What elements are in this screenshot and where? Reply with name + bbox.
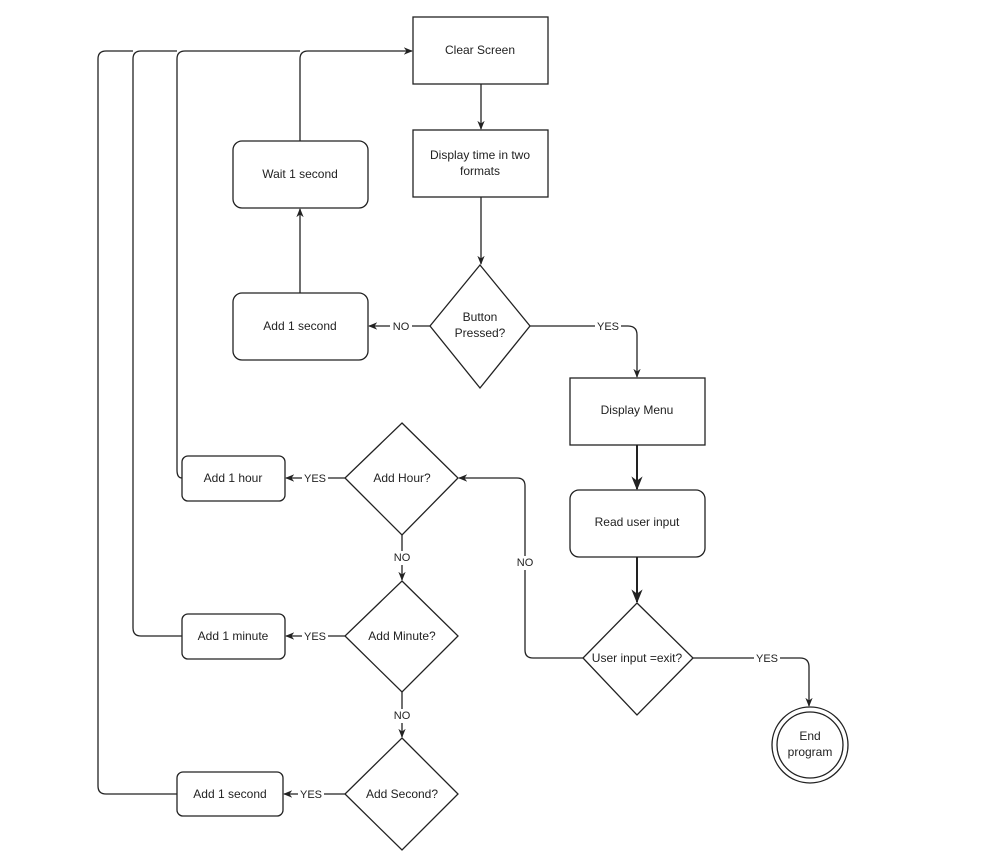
node-add-minute-text: Add Minute? xyxy=(368,629,436,643)
node-wait-1-second-text: Wait 1 second xyxy=(262,167,338,181)
label-minute-no: NO xyxy=(394,710,411,722)
node-clear-screen-text: Clear Screen xyxy=(445,43,515,57)
edge-labels: NO YES NO YES YES NO YES NO YES xyxy=(298,319,780,801)
node-user-input-exit-text: User input =exit? xyxy=(592,651,683,665)
node-end-program-line2: program xyxy=(788,745,833,759)
node-read-user-input: Read user input xyxy=(569,489,706,558)
edge-wait-to-clear xyxy=(299,47,413,141)
node-add-1-second-top-text: Add 1 second xyxy=(263,319,336,333)
label-minute-yes: YES xyxy=(304,631,326,643)
node-add-1-hour: Add 1 hour xyxy=(181,455,286,502)
label-exit-yes: YES xyxy=(756,653,778,665)
label-button-no: NO xyxy=(393,321,410,333)
edge-minute-loop xyxy=(132,50,182,637)
edge-hour-loop xyxy=(176,50,300,479)
node-display-time-line2: formats xyxy=(460,164,500,178)
node-add-minute: Add Minute? xyxy=(344,580,459,693)
node-add-1-hour-text: Add 1 hour xyxy=(204,471,263,485)
node-add-second-text: Add Second? xyxy=(366,787,438,801)
node-end-program: End program xyxy=(771,706,849,784)
node-button-pressed-line2: Pressed? xyxy=(455,326,506,340)
node-button-pressed: Button Pressed? xyxy=(429,263,531,390)
node-add-1-minute: Add 1 minute xyxy=(181,613,286,660)
label-second-yes: YES xyxy=(300,789,322,801)
node-read-user-input-text: Read user input xyxy=(595,515,680,529)
node-add-hour-text: Add Hour? xyxy=(373,471,431,485)
node-display-menu: Display Menu xyxy=(569,377,706,446)
edge-button-yes xyxy=(530,325,641,378)
node-button-pressed-line1: Button xyxy=(463,310,498,324)
node-display-time: Display time in two formats xyxy=(412,129,549,198)
label-button-yes: YES xyxy=(597,321,619,333)
node-add-hour: Add Hour? xyxy=(344,422,459,536)
edge-exit-yes xyxy=(693,657,813,707)
node-user-input-exit: User input =exit? xyxy=(582,602,694,716)
node-add-second: Add Second? xyxy=(344,737,459,851)
node-display-time-line1: Display time in two xyxy=(430,148,530,162)
node-add-1-second-bottom-text: Add 1 second xyxy=(193,787,266,801)
node-add-1-second-top: Add 1 second xyxy=(232,292,369,361)
label-hour-yes: YES xyxy=(304,473,326,485)
label-hour-no: NO xyxy=(394,552,411,564)
node-clear-screen: Clear Screen xyxy=(412,16,549,85)
node-wait-1-second: Wait 1 second xyxy=(232,140,369,209)
node-display-menu-text: Display Menu xyxy=(601,403,674,417)
edge-second-loop xyxy=(97,50,177,795)
node-end-program-line1: End xyxy=(799,729,820,743)
node-add-1-minute-text: Add 1 minute xyxy=(198,629,269,643)
label-exit-no: NO xyxy=(517,557,534,569)
flowchart: NO YES NO YES YES NO YES NO YES Clear Sc… xyxy=(97,16,849,851)
node-add-1-second-bottom: Add 1 second xyxy=(176,771,284,817)
